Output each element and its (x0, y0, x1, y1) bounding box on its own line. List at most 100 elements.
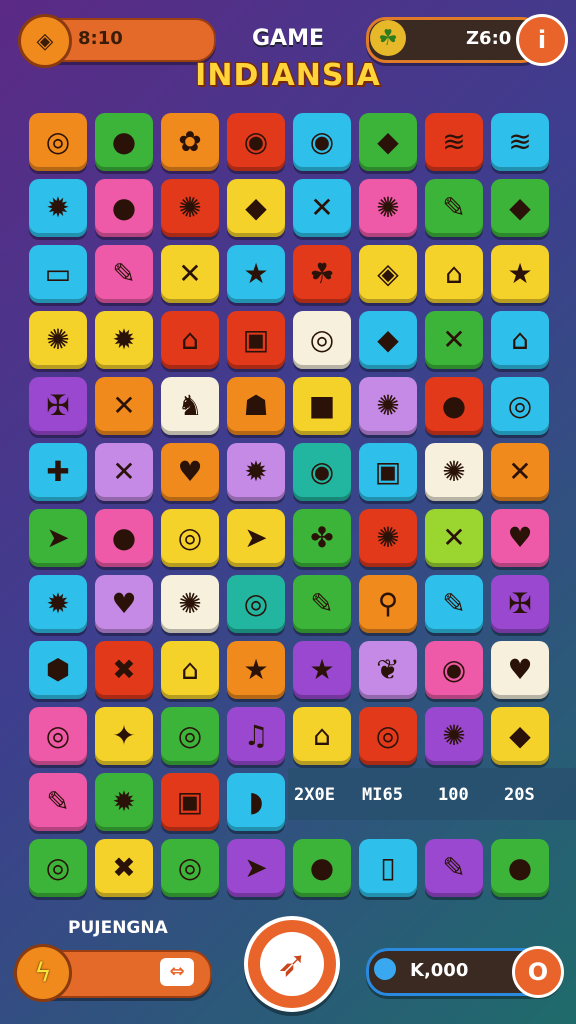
tile[interactable]: ✺ (425, 443, 483, 501)
tile[interactable]: ◆ (491, 179, 549, 237)
tile[interactable]: ✚ (29, 443, 87, 501)
tile[interactable]: ✿ (161, 113, 219, 171)
tile[interactable]: ✎ (29, 773, 87, 831)
tile[interactable]: ▯ (359, 839, 417, 897)
tile[interactable]: ● (95, 509, 153, 567)
tile[interactable]: ♥ (491, 509, 549, 567)
tile[interactable]: ✕ (425, 509, 483, 567)
tile[interactable]: ◆ (359, 311, 417, 369)
tile[interactable]: ✕ (491, 443, 549, 501)
tile[interactable]: ★ (491, 245, 549, 303)
tile[interactable]: ◉ (425, 641, 483, 699)
tile[interactable]: ✤ (293, 509, 351, 567)
tile[interactable]: ♥ (95, 575, 153, 633)
tile[interactable]: ⌂ (425, 245, 483, 303)
tile[interactable]: ✕ (95, 443, 153, 501)
tile[interactable]: ● (425, 377, 483, 435)
tile[interactable]: ◎ (161, 839, 219, 897)
tile[interactable]: ▭ (29, 245, 87, 303)
center-action-button[interactable]: ➶ (244, 916, 340, 1012)
tile[interactable]: ▣ (227, 311, 285, 369)
tile[interactable]: ➤ (227, 839, 285, 897)
tile[interactable]: ⌂ (161, 641, 219, 699)
tile[interactable]: ◎ (29, 707, 87, 765)
tile[interactable]: ➤ (29, 509, 87, 567)
tile[interactable]: ◈ (359, 245, 417, 303)
tile[interactable]: ◆ (359, 113, 417, 171)
tile[interactable]: ◎ (491, 377, 549, 435)
tile[interactable]: ✹ (227, 443, 285, 501)
tile[interactable]: ⚲ (359, 575, 417, 633)
tile[interactable]: ◉ (227, 113, 285, 171)
tile[interactable]: ⬢ (29, 641, 87, 699)
tile[interactable]: ✎ (425, 179, 483, 237)
tile[interactable]: ⌂ (161, 311, 219, 369)
tile[interactable]: ◉ (293, 443, 351, 501)
feather-button-icon: ➶ (276, 943, 308, 985)
shell-icon: ❦ (376, 653, 400, 686)
tile[interactable]: ★ (227, 641, 285, 699)
tile[interactable]: ✹ (29, 575, 87, 633)
tile[interactable]: ◎ (161, 509, 219, 567)
tile[interactable]: ✺ (425, 707, 483, 765)
tile[interactable]: ≋ (491, 113, 549, 171)
tile[interactable]: ◎ (293, 311, 351, 369)
tile[interactable]: ◆ (227, 179, 285, 237)
tile[interactable]: ♥ (491, 641, 549, 699)
tile[interactable]: ✕ (425, 311, 483, 369)
tile[interactable]: ♫ (227, 707, 285, 765)
tile[interactable]: ➤ (227, 509, 285, 567)
tile[interactable]: ✺ (359, 179, 417, 237)
tile[interactable]: ● (95, 179, 153, 237)
tile[interactable]: ▣ (161, 773, 219, 831)
tile[interactable]: ✕ (293, 179, 351, 237)
tile[interactable]: ⌂ (293, 707, 351, 765)
tile[interactable]: ✺ (359, 377, 417, 435)
tile[interactable]: ☘ (293, 245, 351, 303)
double-arrow-icon[interactable]: ⇔ (160, 958, 194, 986)
tile[interactable]: ✺ (161, 575, 219, 633)
tile[interactable]: ✦ (95, 707, 153, 765)
tile[interactable]: ◎ (227, 575, 285, 633)
tile[interactable]: ⌂ (491, 311, 549, 369)
tile[interactable]: ♥ (161, 443, 219, 501)
tile[interactable]: ✺ (161, 179, 219, 237)
tile[interactable]: ● (491, 839, 549, 897)
coin-button[interactable]: O (512, 946, 564, 998)
tile[interactable]: ✠ (29, 377, 87, 435)
tile[interactable]: ≋ (425, 113, 483, 171)
fire-icon: ✺ (442, 455, 466, 488)
tile[interactable]: ❦ (359, 641, 417, 699)
tile[interactable]: ◎ (29, 113, 87, 171)
tile[interactable]: ✹ (95, 773, 153, 831)
monster-icon: ☘ (309, 257, 335, 290)
tile[interactable]: ✖ (95, 839, 153, 897)
tile[interactable]: ✎ (425, 839, 483, 897)
tile[interactable]: ✹ (95, 311, 153, 369)
tile[interactable]: ◎ (29, 839, 87, 897)
tile[interactable]: ■ (293, 377, 351, 435)
tile[interactable]: ✠ (491, 575, 549, 633)
tile[interactable]: ▣ (359, 443, 417, 501)
tile[interactable]: ✺ (29, 311, 87, 369)
tile[interactable]: ◎ (359, 707, 417, 765)
tile[interactable]: ★ (293, 641, 351, 699)
tile[interactable]: ✎ (95, 245, 153, 303)
tile[interactable]: ◉ (293, 113, 351, 171)
tile[interactable]: ● (293, 839, 351, 897)
tile[interactable]: ✹ (29, 179, 87, 237)
tile[interactable]: ◗ (227, 773, 285, 831)
tile[interactable]: ✎ (425, 575, 483, 633)
tile[interactable]: ● (95, 113, 153, 171)
power-button[interactable]: ϟ (14, 944, 72, 1002)
tile[interactable]: ◆ (491, 707, 549, 765)
tile[interactable]: ☗ (227, 377, 285, 435)
tile[interactable]: ✎ (293, 575, 351, 633)
tile[interactable]: ♞ (161, 377, 219, 435)
tile[interactable]: ✕ (95, 377, 153, 435)
tile[interactable]: ✖ (95, 641, 153, 699)
tile[interactable]: ✺ (359, 509, 417, 567)
tile[interactable]: ★ (227, 245, 285, 303)
tile[interactable]: ✕ (161, 245, 219, 303)
tile[interactable]: ◎ (161, 707, 219, 765)
